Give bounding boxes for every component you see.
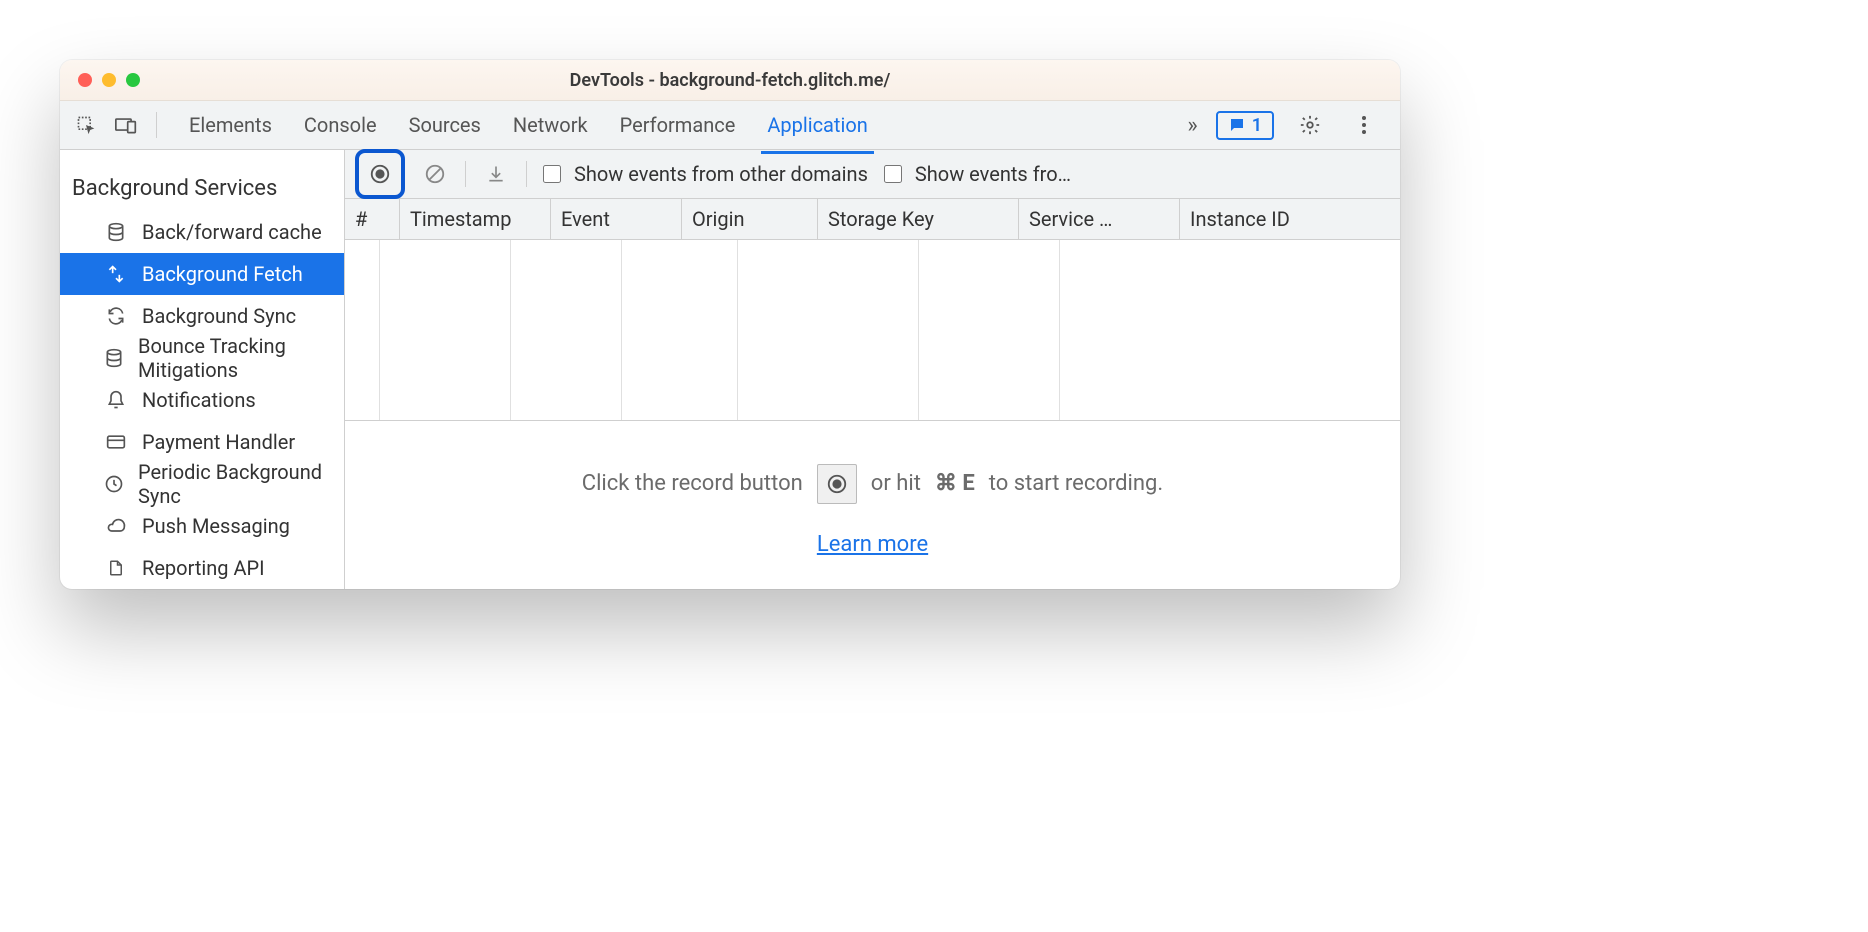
sidebar-item-notifications[interactable]: Notifications [60, 379, 344, 421]
database-icon [104, 222, 128, 242]
sidebar-item-payment-handler[interactable]: Payment Handler [60, 421, 344, 463]
close-window-button[interactable] [78, 73, 92, 87]
events-table-body [345, 240, 1400, 421]
column-header[interactable]: Instance ID [1180, 199, 1400, 239]
checkbox-input[interactable] [884, 165, 902, 183]
zoom-window-button[interactable] [126, 73, 140, 87]
bell-icon [104, 390, 128, 410]
tabstrip-right: » 1 [1187, 107, 1392, 143]
column-body [1060, 240, 1400, 420]
settings-gear-icon[interactable] [1292, 107, 1328, 143]
sidebar-item-bounce-tracking-mitigations[interactable]: Bounce Tracking Mitigations [60, 337, 344, 379]
empty-state: Click the record button or hit ⌘ E to st… [345, 421, 1400, 589]
column-body [622, 240, 738, 420]
chat-icon [1228, 116, 1246, 134]
cloud-icon [104, 516, 128, 536]
issues-count: 1 [1252, 115, 1262, 136]
more-tabs-chevron-icon[interactable]: » [1187, 113, 1197, 138]
events-table-header: #TimestampEventOriginStorage KeyService … [345, 199, 1400, 240]
inspect-element-icon[interactable] [68, 107, 104, 143]
sidebar-item-label: Reporting API [142, 556, 265, 580]
tab-network[interactable]: Network [511, 105, 590, 145]
minimize-window-button[interactable] [102, 73, 116, 87]
panel-toolbar: Show events from other domains Show even… [345, 150, 1400, 199]
window-title: DevTools - background-fetch.glitch.me/ [60, 70, 1400, 91]
record-button[interactable] [362, 156, 398, 192]
show-other-checkbox-truncated[interactable]: Show events fro… [880, 162, 1071, 186]
sidebar-section-title: Background Services [60, 158, 344, 211]
empty-hint-post-suffix: to start recording. [989, 471, 1163, 496]
separator [156, 112, 157, 138]
fetch-icon [104, 264, 128, 284]
tab-console[interactable]: Console [302, 105, 379, 145]
empty-hint: Click the record button or hit ⌘ E to st… [582, 464, 1163, 504]
column-body [380, 240, 511, 420]
background-fetch-panel: Show events from other domains Show even… [345, 150, 1400, 589]
column-header[interactable]: Timestamp [400, 199, 551, 239]
sidebar-item-label: Bounce Tracking Mitigations [138, 334, 330, 382]
record-button-highlight [355, 149, 405, 199]
column-header[interactable]: Origin [682, 199, 818, 239]
checkbox-label: Show events fro… [915, 162, 1071, 186]
separator [465, 161, 466, 187]
sidebar-item-label: Periodic Background Sync [138, 460, 330, 508]
file-icon [104, 558, 128, 578]
separator [526, 161, 527, 187]
sidebar-item-label: Background Fetch [142, 262, 303, 286]
checkbox-input[interactable] [543, 165, 561, 183]
sidebar-item-periodic-background-sync[interactable]: Periodic Background Sync [60, 463, 344, 505]
tab-elements[interactable]: Elements [187, 105, 274, 145]
issues-button[interactable]: 1 [1216, 111, 1274, 140]
sync-icon [104, 306, 128, 326]
sidebar-item-reporting-api[interactable]: Reporting API [60, 547, 344, 589]
window-controls [60, 73, 140, 87]
column-header[interactable]: Event [551, 199, 682, 239]
devtools-window: DevTools - background-fetch.glitch.me/ E… [60, 60, 1400, 589]
record-icon [817, 464, 857, 504]
clock-icon [104, 474, 124, 494]
clear-button[interactable] [417, 156, 453, 192]
sidebar-item-push-messaging[interactable]: Push Messaging [60, 505, 344, 547]
sidebar-item-label: Payment Handler [142, 430, 295, 454]
card-icon [104, 432, 128, 452]
sidebar-item-back-forward-cache[interactable]: Back/forward cache [60, 211, 344, 253]
sidebar-item-label: Back/forward cache [142, 220, 322, 244]
sidebar-items: Back/forward cache Background Fetch Backgr… [60, 211, 344, 589]
database-icon [104, 348, 124, 368]
empty-hint-pre: Click the record button [582, 471, 803, 496]
panel-tabs: Elements Console Sources Network Perform… [169, 105, 1183, 145]
show-other-domains-checkbox[interactable]: Show events from other domains [539, 162, 868, 186]
column-header[interactable]: Service … [1019, 199, 1180, 239]
tab-performance[interactable]: Performance [618, 105, 738, 145]
device-toolbar-icon[interactable] [108, 107, 144, 143]
empty-hint-post-prefix: or hit [871, 471, 921, 496]
sidebar-item-label: Notifications [142, 388, 256, 412]
panel-body: Background Services Back/forward cacheBa… [60, 150, 1400, 589]
column-body [345, 240, 380, 420]
save-button[interactable] [478, 156, 514, 192]
empty-hint-shortcut: ⌘ E [935, 471, 975, 496]
tab-sources[interactable]: Sources [407, 105, 483, 145]
column-body [511, 240, 622, 420]
column-body [919, 240, 1060, 420]
checkbox-label: Show events from other domains [574, 162, 868, 186]
tab-application[interactable]: Application [765, 105, 869, 145]
devtools-tabstrip: Elements Console Sources Network Perform… [60, 101, 1400, 150]
sidebar-item-background-fetch[interactable]: Background Fetch [60, 253, 344, 295]
sidebar-item-label: Background Sync [142, 304, 296, 328]
application-sidebar: Background Services Back/forward cacheBa… [60, 150, 345, 589]
sidebar-item-label: Push Messaging [142, 514, 290, 538]
column-header[interactable]: Storage Key [818, 199, 1019, 239]
sidebar-item-background-sync[interactable]: Background Sync [60, 295, 344, 337]
column-header[interactable]: # [345, 199, 400, 239]
titlebar: DevTools - background-fetch.glitch.me/ [60, 60, 1400, 101]
kebab-menu-icon[interactable] [1346, 107, 1382, 143]
learn-more-link[interactable]: Learn more [817, 532, 928, 557]
column-body [738, 240, 919, 420]
